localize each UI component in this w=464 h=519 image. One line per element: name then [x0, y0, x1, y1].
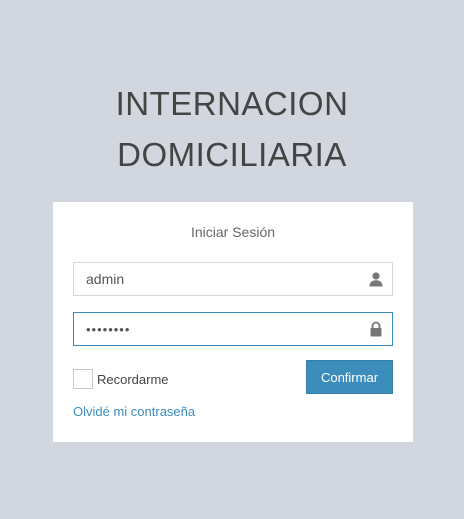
- logo-line-2: DOMICILIARIA: [117, 136, 347, 173]
- password-input[interactable]: [74, 313, 344, 345]
- password-field-wrapper: [73, 312, 393, 346]
- confirm-button[interactable]: Confirmar: [306, 360, 393, 394]
- forgot-password-link[interactable]: Olvidé mi contraseña: [73, 404, 195, 419]
- login-title: Iniciar Sesión: [190, 224, 276, 240]
- lock-icon: [370, 321, 382, 337]
- logo-line-1: INTERNACION: [115, 85, 349, 122]
- login-box: Iniciar Sesión Recordarme Confirmar Olvi…: [53, 202, 413, 442]
- app-logo: INTERNACION DOMICILIARIA: [0, 78, 464, 180]
- username-input[interactable]: [74, 263, 344, 295]
- remember-label: Recordarme: [97, 371, 169, 387]
- username-field-wrapper: [73, 262, 393, 296]
- remember-checkbox[interactable]: [73, 369, 93, 389]
- remember-me[interactable]: Recordarme: [73, 369, 169, 389]
- login-page: INTERNACION DOMICILIARIA Iniciar Sesión …: [0, 0, 464, 519]
- user-icon: [369, 272, 383, 287]
